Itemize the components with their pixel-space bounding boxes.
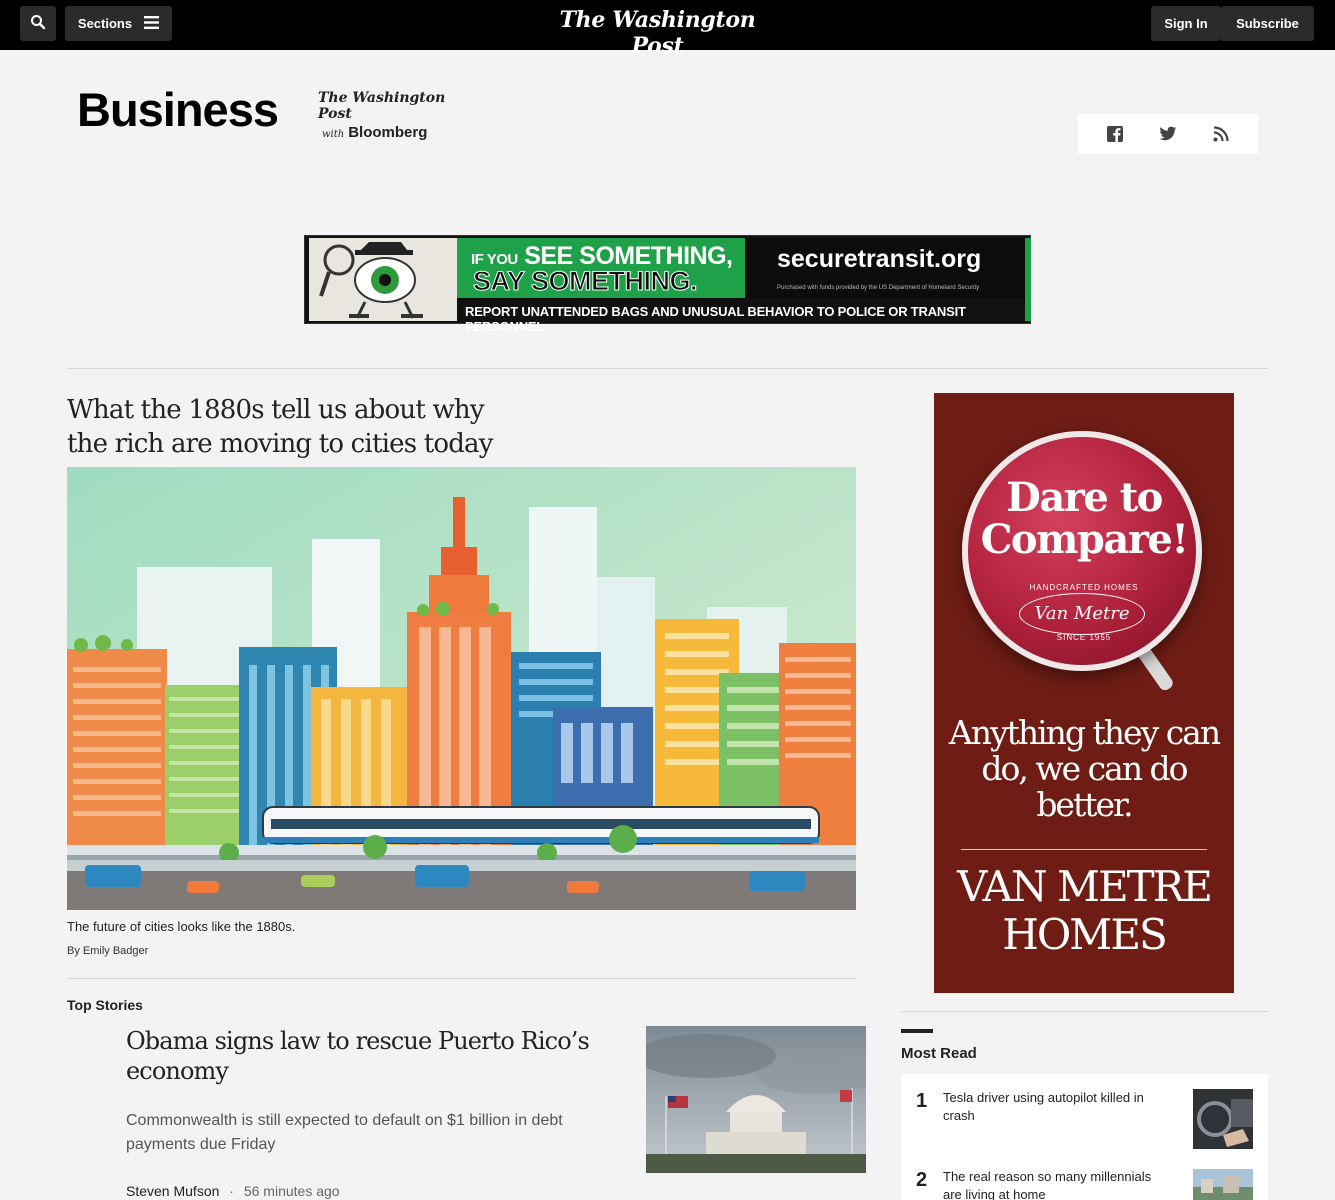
- ad-since: SINCE 1955: [1056, 633, 1112, 642]
- banner-report-text: REPORT UNATTENDED BAGS AND UNUSUAL BEHAV…: [465, 304, 966, 334]
- rss-icon[interactable]: [1211, 124, 1231, 144]
- sidebar-divider: [901, 1011, 1268, 1012]
- top-stories-heading: Top Stories: [67, 997, 143, 1013]
- ad-tagline: Anything they can do, we can do better.: [948, 713, 1221, 824]
- lead-divider: [67, 978, 856, 979]
- ad-headline: Dare to Compare!: [980, 474, 1189, 563]
- lead-byline[interactable]: By Emily Badger: [67, 945, 148, 957]
- section-title[interactable]: Business: [77, 82, 279, 137]
- section-divider: [67, 368, 1268, 369]
- banner-detective-illustration: [309, 238, 457, 321]
- twitter-icon[interactable]: [1158, 124, 1178, 144]
- lead-story-image[interactable]: [67, 467, 856, 910]
- sections-menu-button[interactable]: Sections: [65, 6, 172, 41]
- banner-fine-print: Purchased with funds provided by the US …: [777, 285, 980, 291]
- partner-with: with: [322, 129, 345, 140]
- sections-label: Sections: [77, 16, 133, 31]
- banner-site-url: securetransit.org: [777, 245, 982, 273]
- most-read-rank: 1: [916, 1090, 928, 1112]
- hamburger-icon: [144, 15, 160, 32]
- lead-story-headline[interactable]: What the 1880s tell us about why the ric…: [67, 393, 517, 461]
- ad-brand: VAN METRE HOMES: [957, 862, 1213, 959]
- byline-separator: ·: [229, 1183, 234, 1199]
- subscribe-button[interactable]: Subscribe: [1221, 6, 1314, 41]
- story-author[interactable]: Steven Mufson: [126, 1183, 219, 1199]
- sign-in-button[interactable]: Sign In: [1151, 6, 1221, 41]
- top-navigation-bar: Sections The Washington Post Sign In Sub…: [0, 0, 1335, 59]
- story-headline[interactable]: Obama signs law to rescue Puerto Rico’s …: [126, 1026, 626, 1086]
- partner-bloomberg: Bloomberg: [348, 124, 428, 141]
- banner-line2: SAY SOMETHING.: [472, 266, 698, 297]
- most-read-title[interactable]: Tesla driver using autopilot killed in c…: [943, 1089, 1173, 1125]
- lead-image-caption: The future of cities looks like the 1880…: [67, 919, 296, 934]
- most-read-heading: Most Read: [901, 1045, 977, 1062]
- ad-handcrafted: HANDCRAFTED HOMES: [1029, 583, 1139, 592]
- most-read-title[interactable]: The real reason so many millennials are …: [943, 1168, 1173, 1200]
- partner-logo: The Washington Post with Bloomberg: [318, 90, 478, 141]
- story-byline: Steven Mufson · 56 minutes ago: [126, 1183, 340, 1199]
- search-icon: [30, 14, 46, 33]
- story-timestamp: 56 minutes ago: [243, 1183, 340, 1199]
- banner-advertisement[interactable]: IF YOU SEE SOMETHING, SAY SOMETHING. sec…: [304, 235, 1031, 334]
- partner-wp-name: The Washington Post: [318, 90, 446, 122]
- side-advertisement[interactable]: Dare to Compare! HANDCRAFTED HOMES Van M…: [934, 393, 1234, 993]
- search-button[interactable]: [20, 6, 56, 41]
- story-thumbnail[interactable]: [646, 1026, 866, 1173]
- facebook-icon[interactable]: [1105, 124, 1125, 144]
- most-read-thumbnail[interactable]: [1193, 1169, 1253, 1200]
- washington-post-logo[interactable]: The Washington Post: [530, 7, 785, 59]
- social-links: [1078, 114, 1258, 154]
- most-read-rank: 2: [916, 1169, 928, 1191]
- story-blurb: Commonwealth is still expected to defaul…: [126, 1112, 563, 1153]
- most-read-thumbnail[interactable]: [1193, 1089, 1253, 1149]
- ad-script-logo: Van Metre: [1019, 593, 1145, 635]
